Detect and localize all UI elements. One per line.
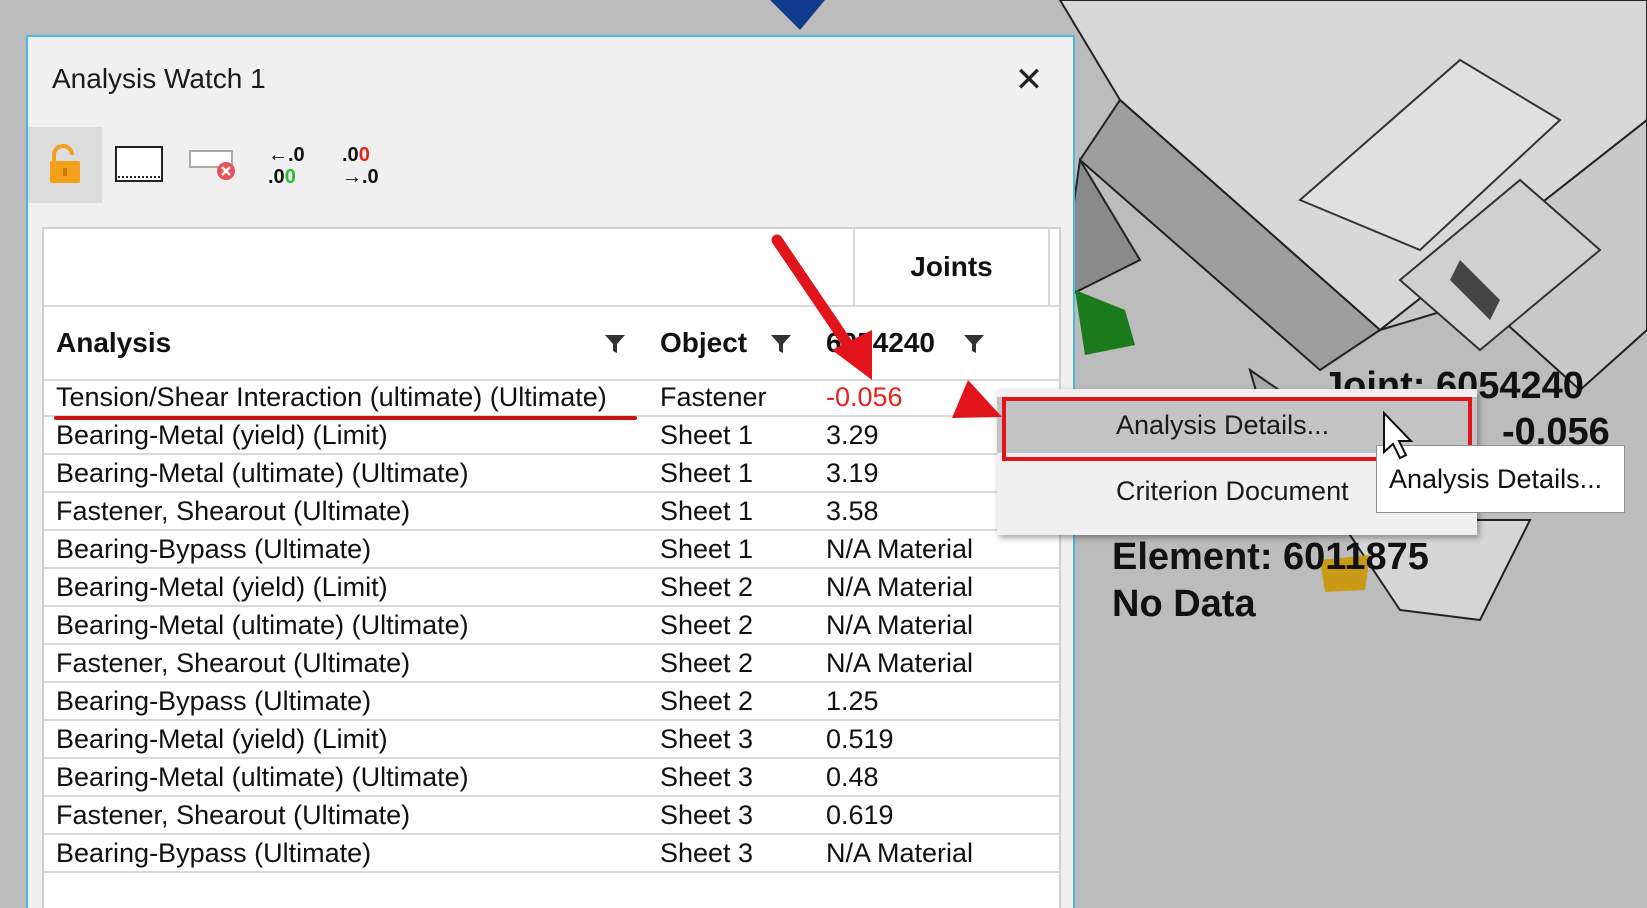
clear-button[interactable] <box>176 127 250 203</box>
filter-icon[interactable] <box>963 333 985 355</box>
table-row[interactable]: Bearing-Metal (yield) (Limit) Sheet 3 0.51… <box>44 721 1059 759</box>
cell-object: Sheet 1 <box>660 496 754 526</box>
table-row[interactable]: Fastener, Shearout (Ultimate) Sheet 2 N/A … <box>44 645 1059 683</box>
decrease-decimals-top: ←.0 <box>268 144 305 166</box>
cell-analysis: Fastener, Shearout (Ultimate) <box>56 496 411 526</box>
table-row[interactable]: Fastener, Shearout (Ultimate) Sheet 3 0.61… <box>44 797 1059 835</box>
cell-value: 0.48 <box>826 762 879 792</box>
clear-icon <box>189 150 235 180</box>
cell-value: N/A Material <box>826 610 974 640</box>
decrease-decimals-button[interactable]: ←.0 .00 <box>250 127 324 203</box>
decrease-decimals-icon: ←.0 .00 <box>268 144 305 187</box>
table-row[interactable]: Bearing-Metal (ultimate) (Ultimate) Sheet… <box>44 607 1059 645</box>
unlock-button[interactable] <box>28 127 102 203</box>
cell-analysis: Bearing-Metal (ultimate) (Ultimate) <box>56 762 469 792</box>
cell-object: Sheet 2 <box>660 610 754 640</box>
increase-decimals-button[interactable]: .00 →.0 <box>324 127 398 203</box>
analysis-table: Joints Analysis Object 6054240 Tension/S… <box>42 227 1061 908</box>
increase-decimals-bottom: →.0 <box>342 166 379 187</box>
cell-object: Sheet 2 <box>660 686 754 716</box>
cell-object: Sheet 2 <box>660 572 754 602</box>
cell-value: 0.619 <box>826 800 894 830</box>
cell-object: Sheet 3 <box>660 762 754 792</box>
cell-value: 3.19 <box>826 458 879 488</box>
cell-value: -0.056 <box>826 382 903 412</box>
cell-value: N/A Material <box>826 648 974 678</box>
table-row[interactable]: Bearing-Metal (yield) (Limit) Sheet 1 3.29 <box>44 417 1059 455</box>
table-row[interactable]: Bearing-Metal (ultimate) (Ultimate) Sheet… <box>44 759 1059 797</box>
cell-object: Sheet 3 <box>660 838 754 868</box>
cell-analysis: Bearing-Bypass (Ultimate) <box>56 686 372 716</box>
close-button[interactable]: ✕ <box>1012 63 1046 97</box>
analysis-watch-panel: Analysis Watch 1 ✕ ←.0 .00 .00 →.0 Joint… <box>26 35 1075 908</box>
cell-object: Sheet 3 <box>660 724 754 754</box>
filter-icon[interactable] <box>770 333 792 355</box>
toolbar: ←.0 .00 .00 →.0 <box>28 127 428 203</box>
group-header-row: Joints <box>44 229 1059 307</box>
column-header-row: Analysis Object 6054240 <box>44 307 1059 381</box>
unlock-icon <box>50 144 80 183</box>
increase-decimals-top: .00 <box>342 144 370 166</box>
cell-value: 0.519 <box>826 724 894 754</box>
cell-value: N/A Material <box>826 838 974 868</box>
cell-object: Fastener <box>660 382 767 412</box>
cell-analysis: Bearing-Metal (ultimate) (Ultimate) <box>56 458 469 488</box>
column-header-object[interactable]: Object <box>660 307 747 379</box>
column-header-analysis[interactable]: Analysis <box>56 307 171 379</box>
cell-analysis: Tension/Shear Interaction (ultimate) (Ul… <box>56 382 607 412</box>
increase-decimals-icon: .00 →.0 <box>342 144 379 187</box>
cell-analysis: Fastener, Shearout (Ultimate) <box>56 800 411 830</box>
tooltip: Analysis Details... <box>1376 445 1625 513</box>
cell-value: N/A Material <box>826 572 974 602</box>
cell-object: Sheet 1 <box>660 420 754 450</box>
cell-analysis: Fastener, Shearout (Ultimate) <box>56 648 411 678</box>
cell-object: Sheet 2 <box>660 648 754 678</box>
cell-analysis: Bearing-Metal (yield) (Limit) <box>56 572 388 602</box>
element-status: No Data <box>1112 583 1256 625</box>
table-row[interactable]: Bearing-Bypass (Ultimate) Sheet 1 N/A Mate… <box>44 531 1059 569</box>
table-row[interactable]: Bearing-Bypass (Ultimate) Sheet 3 N/A Mate… <box>44 835 1059 873</box>
cell-value: 3.58 <box>826 496 879 526</box>
table-body: Tension/Shear Interaction (ultimate) (Ul… <box>44 379 1059 873</box>
panel-title: Analysis Watch 1 <box>52 63 266 94</box>
column-header-joint-id[interactable]: 6054240 <box>826 307 935 379</box>
table-row[interactable]: Bearing-Bypass (Ultimate) Sheet 2 1.25 <box>44 683 1059 721</box>
select-region-button[interactable] <box>102 127 176 203</box>
cell-analysis: Bearing-Metal (ultimate) (Ultimate) <box>56 610 469 640</box>
table-row[interactable]: Fastener, Shearout (Ultimate) Sheet 1 3.58 <box>44 493 1059 531</box>
cell-value: N/A Material <box>826 534 974 564</box>
cell-analysis: Bearing-Metal (yield) (Limit) <box>56 420 388 450</box>
select-region-icon <box>115 146 163 182</box>
element-label: Element: 6011875 <box>1112 536 1429 578</box>
cell-value: 1.25 <box>826 686 879 716</box>
cell-analysis: Bearing-Bypass (Ultimate) <box>56 534 372 564</box>
cell-analysis: Bearing-Metal (yield) (Limit) <box>56 724 388 754</box>
table-row[interactable]: Bearing-Metal (yield) (Limit) Sheet 2 N/A … <box>44 569 1059 607</box>
cell-object: Sheet 1 <box>660 534 754 564</box>
cell-value: 3.29 <box>826 420 879 450</box>
decrease-decimals-bottom: .00 <box>268 166 296 187</box>
table-row[interactable]: Tension/Shear Interaction (ultimate) (Ul… <box>44 379 1059 420</box>
filter-icon[interactable] <box>604 333 626 355</box>
table-row[interactable]: Bearing-Metal (ultimate) (Ultimate) Sheet… <box>44 455 1059 493</box>
cell-analysis: Bearing-Bypass (Ultimate) <box>56 838 372 868</box>
group-header-joints: Joints <box>853 229 1050 305</box>
cell-object: Sheet 1 <box>660 458 754 488</box>
cell-object: Sheet 3 <box>660 800 754 830</box>
